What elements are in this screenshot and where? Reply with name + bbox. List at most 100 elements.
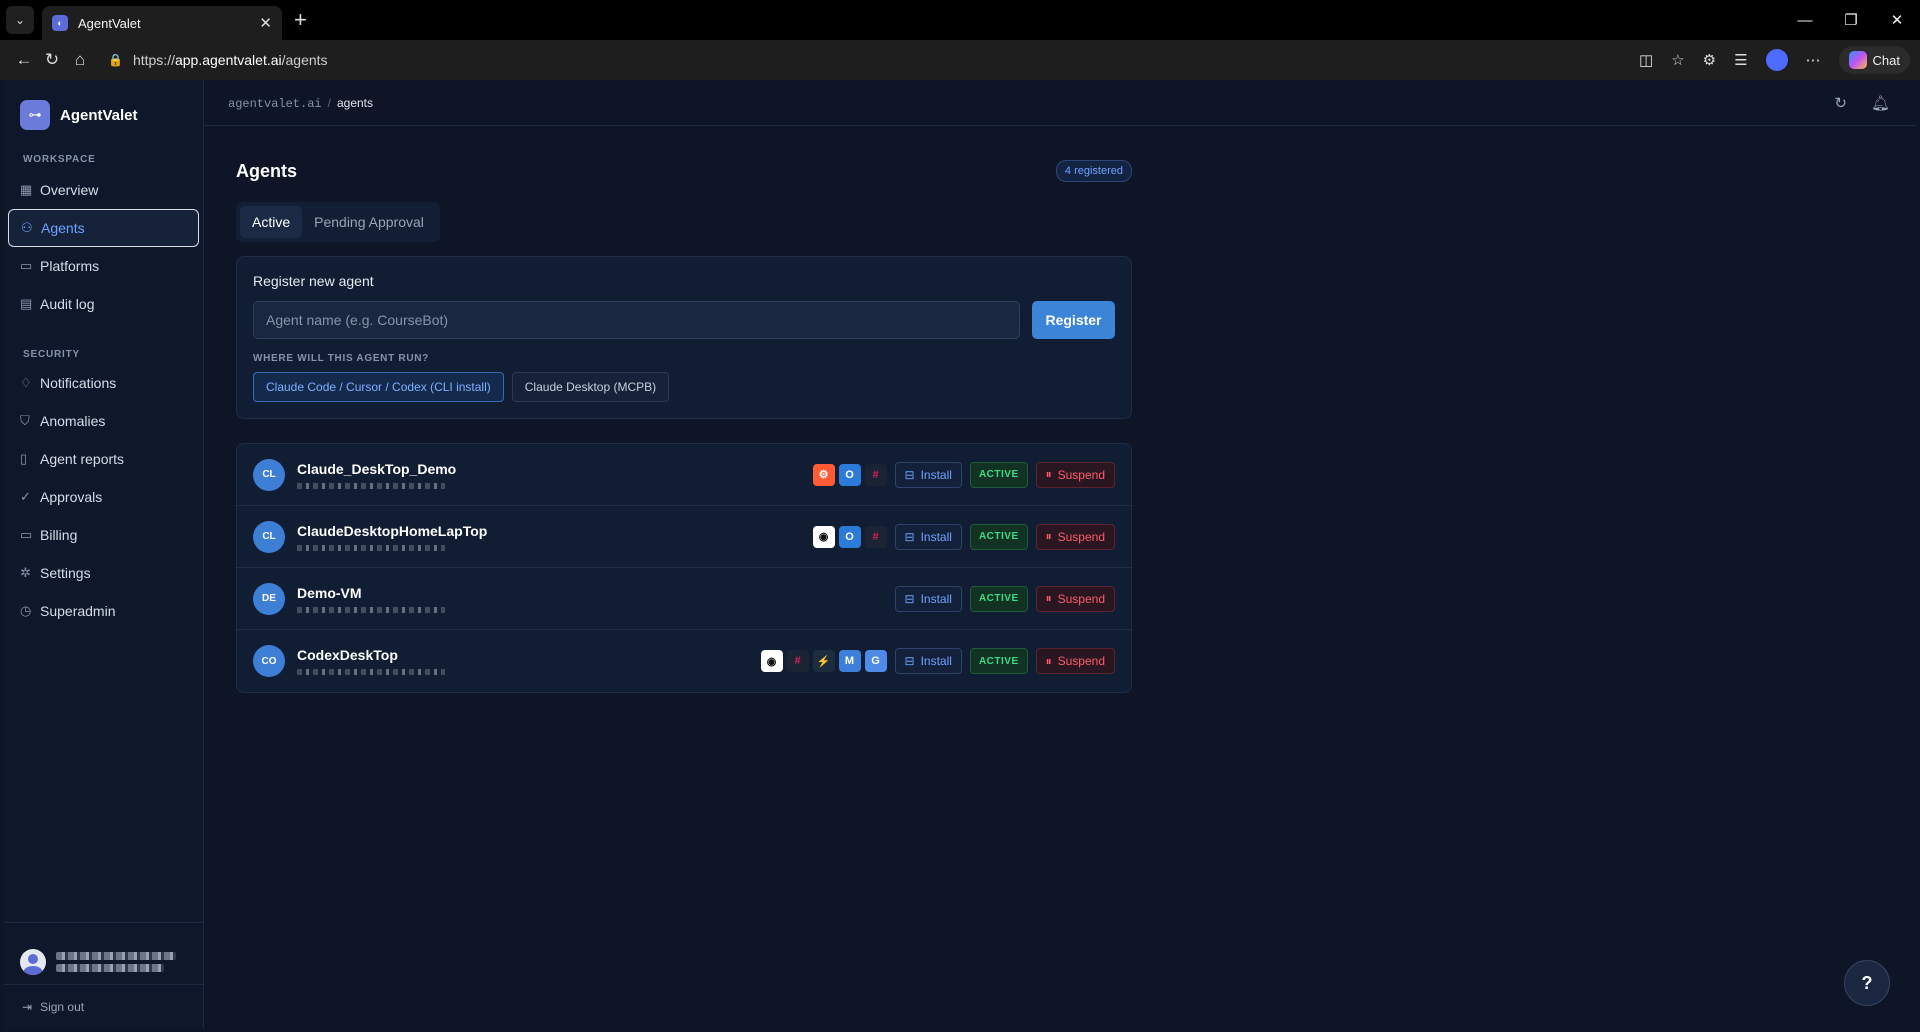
sidebar-item-superadmin[interactable]: ◷ Superadmin — [8, 592, 199, 630]
install-label: Install — [920, 654, 952, 668]
sidebar-item-approvals[interactable]: ✓ Approvals — [8, 478, 199, 516]
table-row[interactable]: CO CodexDeskTop ◉ # ⚡ M G ⊟ Install ACTIV… — [237, 630, 1131, 692]
redacted-agent-id — [297, 544, 445, 551]
registered-count-badge: 4 registered — [1055, 160, 1132, 182]
tab-list-button[interactable]: ⌄ — [6, 6, 34, 34]
sidebar-item-label: Billing — [40, 527, 78, 543]
suspend-button[interactable]: ⏸ Suspend — [1035, 523, 1115, 550]
sidebar-item-notifications[interactable]: ♢ Notifications — [8, 364, 199, 402]
register-agent-card: Register new agent Register WHERE WILL T… — [236, 256, 1132, 419]
pause-icon: ⏸ — [1045, 653, 1052, 668]
sidebar-item-overview[interactable]: ▦ Overview — [8, 171, 199, 209]
agent-name: Demo-VM — [297, 584, 362, 601]
agent-name: ClaudeDesktopHomeLapTop — [297, 522, 488, 539]
clock-icon: ◷ — [20, 603, 32, 618]
sidebar-item-settings[interactable]: ✲ Settings — [8, 554, 199, 592]
new-tab-button[interactable]: + — [294, 7, 307, 33]
agent-name-input[interactable] — [253, 301, 1020, 339]
sign-out-button[interactable]: ⇥ Sign out — [4, 984, 203, 1028]
copilot-chat-button[interactable]: Chat — [1838, 46, 1910, 74]
reload-icon[interactable]: ↻ — [38, 50, 66, 70]
table-row[interactable]: DE Demo-VM ⊟ Install ACTIVE ⏸ Suspend — [237, 568, 1131, 630]
sign-out-icon: ⇥ — [22, 999, 33, 1014]
favorite-star-icon[interactable]: ☆ — [1671, 51, 1684, 69]
agent-avatar: CO — [253, 645, 285, 677]
agents-list: CL Claude_DeskTop_Demo ⚙ O # ⊟ Install AC… — [236, 443, 1132, 693]
suspend-label: Suspend — [1057, 654, 1105, 668]
sidebar-item-agent-reports[interactable]: ▯ Agent reports — [8, 440, 199, 478]
brand-logo-icon: ⊶ — [20, 100, 50, 130]
install-icon: ⊟ — [904, 654, 915, 668]
table-row[interactable]: CL Claude_DeskTop_Demo ⚙ O # ⊟ Install AC… — [237, 444, 1131, 506]
install-icon: ⊟ — [904, 467, 915, 482]
github-icon: ◉ — [760, 650, 783, 672]
slack-icon: # — [864, 525, 887, 548]
sidebar-item-agents[interactable]: ⚇ Agents — [8, 209, 199, 247]
close-window-icon[interactable]: ✕ — [1874, 11, 1920, 29]
user-profile[interactable] — [4, 922, 203, 984]
install-label: Install — [920, 467, 952, 482]
sidebar-item-label: Agent reports — [40, 451, 125, 467]
suspend-button[interactable]: ⏸ Suspend — [1035, 648, 1115, 674]
url-path: /agents — [281, 52, 328, 68]
security-nav: ♢ Notifications ⛉ Anomalies ▯ Agent reports… — [4, 364, 203, 630]
install-label: Install — [920, 591, 952, 606]
address-bar: ← ↻ ⌂ 🔒 https://app.agentvalet.ai/agents… — [0, 40, 1920, 80]
main-content: agentvalet.ai / agents ↻ 🔔︎ Agents 4 regis… — [204, 80, 1916, 1028]
browser-tab[interactable]: ◐ AgentValet ✕ — [42, 6, 282, 40]
slack-icon: # — [786, 650, 809, 672]
run-location-options: Claude Code / Cursor / Codex (CLI instal… — [253, 372, 1115, 402]
breadcrumb-root[interactable]: agentvalet.ai — [228, 97, 322, 111]
suspend-button[interactable]: ⏸ Suspend — [1035, 585, 1115, 612]
more-menu-icon[interactable]: ⋯ — [1806, 51, 1821, 69]
window-controls: — ❐ ✕ — [1782, 0, 1920, 40]
sidebar-item-label: Notifications — [40, 375, 117, 391]
install-label: Install — [920, 529, 952, 544]
sidebar-item-audit-log[interactable]: ▤ Audit log — [8, 285, 199, 323]
install-button[interactable]: ⊟ Install — [894, 523, 962, 550]
platform-icons: ⚙ O # — [812, 463, 887, 486]
help-button[interactable]: ? — [1844, 960, 1890, 1006]
sidebar-item-platforms[interactable]: ▭ Platforms — [8, 247, 199, 285]
split-screen-icon[interactable]: ◫ — [1639, 51, 1653, 69]
minimize-icon[interactable]: — — [1782, 12, 1828, 29]
install-button[interactable]: ⊟ Install — [894, 585, 962, 612]
tab-pending-approval[interactable]: Pending Approval — [302, 206, 436, 238]
back-icon[interactable]: ← — [10, 50, 38, 70]
pause-icon: ⏸ — [1045, 591, 1052, 605]
option-cli-install[interactable]: Claude Code / Cursor / Codex (CLI instal… — [253, 372, 504, 402]
tab-active[interactable]: Active — [240, 206, 303, 238]
status-badge: ACTIVE — [969, 648, 1028, 674]
restore-icon[interactable]: ❐ — [1828, 11, 1874, 29]
sidebar-item-anomalies[interactable]: ⛉ Anomalies — [8, 402, 199, 440]
install-button[interactable]: ⊟ Install — [894, 648, 962, 674]
breadcrumb-separator: / — [327, 95, 331, 110]
register-button[interactable]: Register — [1032, 301, 1115, 339]
option-claude-desktop[interactable]: Claude Desktop (MCPB) — [511, 372, 670, 402]
home-icon[interactable]: ⌂ — [66, 50, 94, 70]
hubspot-icon: ⚙ — [812, 463, 835, 486]
agent-tabs: Active Pending Approval — [236, 202, 440, 242]
collections-icon[interactable]: ☰ — [1734, 51, 1747, 69]
slack-icon: # — [864, 463, 887, 486]
table-row[interactable]: CL ClaudeDesktopHomeLapTop ◉ O # ⊟ Instal… — [237, 506, 1131, 568]
url-field[interactable]: 🔒 https://app.agentvalet.ai/agents — [108, 45, 1639, 75]
gmail-icon: M — [838, 650, 861, 672]
document-icon: ▤ — [20, 296, 33, 311]
notification-bell-icon[interactable]: 🔔︎ — [1871, 94, 1890, 112]
agents-page: Agents 4 registered Active Pending Appro… — [236, 126, 1132, 693]
close-tab-icon[interactable]: ✕ — [259, 14, 272, 32]
top-bar: agentvalet.ai / agents ↻ 🔔︎ — [204, 80, 1916, 126]
gear-icon: ✲ — [20, 565, 31, 580]
refresh-status-icon[interactable]: ↻ — [1834, 94, 1847, 112]
pause-icon: ⏸ — [1045, 467, 1052, 481]
page-title: Agents — [236, 160, 298, 181]
extensions-icon[interactable]: ⚙ — [1703, 51, 1716, 69]
suspend-button[interactable]: ⏸ Suspend — [1035, 461, 1115, 488]
sidebar-item-billing[interactable]: ▭ Billing — [8, 516, 199, 554]
brand[interactable]: ⊶ AgentValet — [4, 80, 203, 130]
profile-avatar[interactable] — [1765, 49, 1788, 71]
breadcrumb-current: agents — [336, 95, 373, 110]
agent-avatar: CL — [253, 520, 285, 553]
install-button[interactable]: ⊟ Install — [894, 461, 962, 488]
